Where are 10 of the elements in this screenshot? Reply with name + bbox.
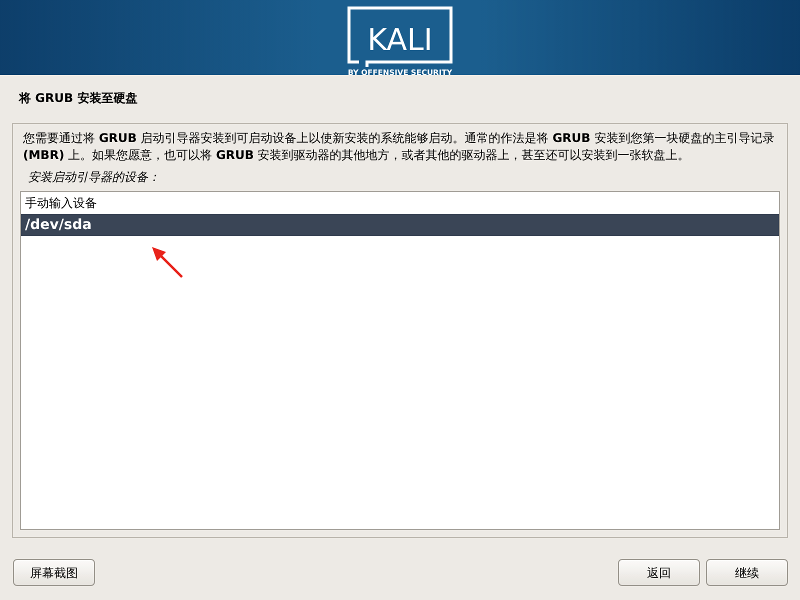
continue-button[interactable]: 继续 — [706, 559, 788, 586]
list-label: 安装启动引导器的设备： — [27, 169, 161, 186]
screenshot-button[interactable]: 屏幕截图 — [13, 559, 95, 586]
description-text: 您需要通过将 GRUB 启动引导器安装到可启动设备上以使新安装的系统能够启动。通常的作法是将 GRUB 安装到您第一块硬盘的主引导记录 (MBR) 上。如果您愿意，也可以将 GRUB 安装到驱动器的其他地方，或者其他的驱动器上，甚至还可以安装到一张软盘上。 — [22, 130, 776, 164]
device-item[interactable]: /dev/sda — [21, 214, 779, 236]
page-title: 将 GRUB 安装至硬盘 — [18, 90, 138, 107]
logo-text: KALI — [367, 23, 433, 58]
annotation-arrow — [150, 245, 184, 279]
back-button[interactable]: 返回 — [618, 559, 700, 586]
device-item[interactable]: 手动输入设备 — [21, 192, 779, 214]
